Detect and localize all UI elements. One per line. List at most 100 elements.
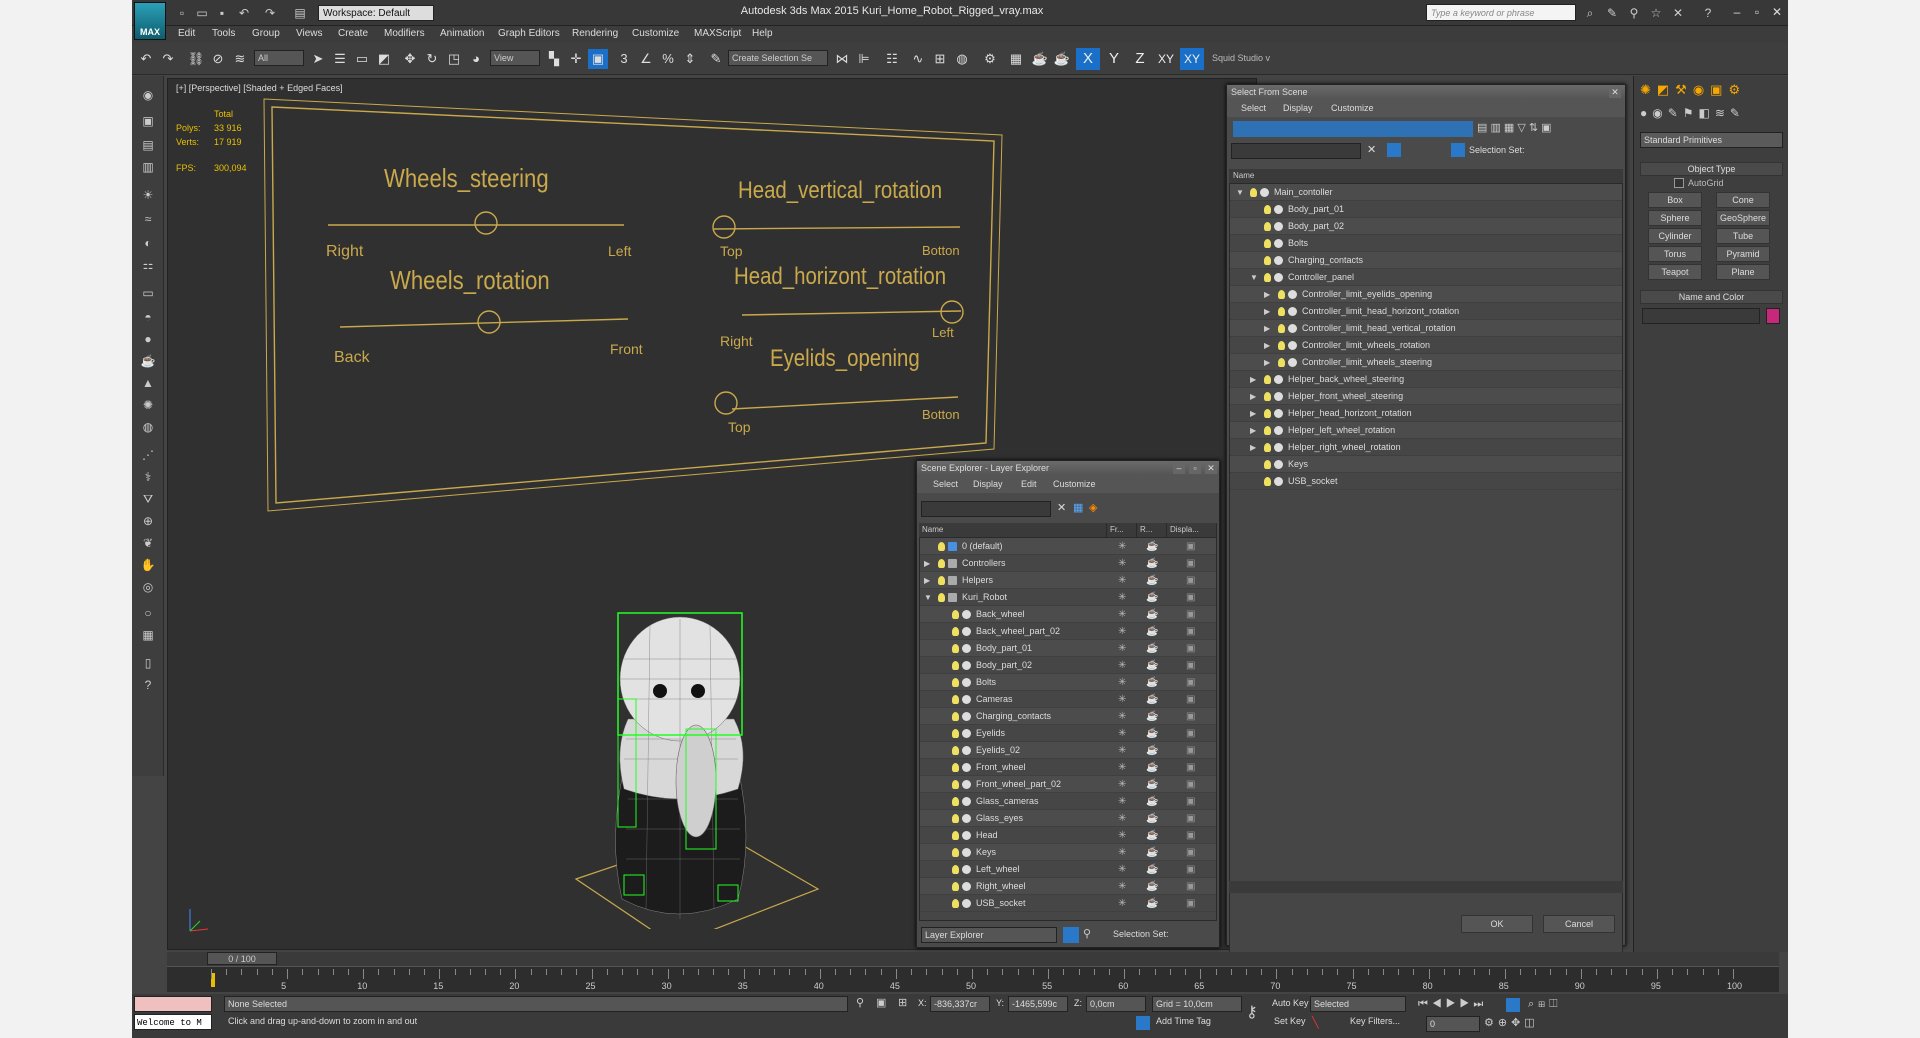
horizontal-scrollbar[interactable] bbox=[1229, 881, 1623, 893]
visibility-bulb-icon[interactable] bbox=[1264, 256, 1271, 265]
layer-object-row[interactable]: Front_wheel_part_02 ✳ ☕ ▣ bbox=[920, 776, 1216, 793]
object-type-rollout[interactable]: Object Type bbox=[1640, 162, 1783, 176]
expand-triangle-icon[interactable]: ▶ bbox=[1250, 422, 1256, 439]
axis-y-button[interactable]: Y bbox=[1102, 48, 1126, 70]
image-icon[interactable]: ▣ bbox=[138, 112, 158, 130]
display-box-icon[interactable]: ▣ bbox=[1186, 572, 1195, 589]
visibility-bulb-icon[interactable] bbox=[952, 644, 959, 653]
clear-icon[interactable]: ✕ bbox=[1367, 143, 1376, 156]
project-folder-icon[interactable]: ▤ bbox=[292, 5, 308, 21]
display-box-icon[interactable]: ▣ bbox=[1186, 742, 1195, 759]
display-box-icon[interactable]: ▣ bbox=[1186, 691, 1195, 708]
renderable-teapot-icon[interactable]: ☕ bbox=[1146, 861, 1158, 878]
key-mode-dropdown[interactable]: Selected bbox=[1310, 996, 1406, 1012]
collapse-triangle-icon[interactable]: ▼ bbox=[1250, 269, 1258, 286]
redo-icon[interactable]: ↷ bbox=[158, 49, 178, 69]
undo-icon[interactable]: ↶ bbox=[136, 49, 156, 69]
freeze-snowflake-icon[interactable]: ✳ bbox=[1118, 878, 1126, 895]
menu-group[interactable]: Group bbox=[252, 28, 280, 39]
select-object-icon[interactable]: ➤ bbox=[308, 49, 328, 69]
menu-modifiers[interactable]: Modifiers bbox=[384, 28, 425, 39]
visibility-bulb-icon[interactable] bbox=[952, 610, 959, 619]
help-circle-icon[interactable]: ? bbox=[138, 676, 158, 694]
torus-button[interactable]: Torus bbox=[1648, 246, 1702, 262]
visibility-bulb-icon[interactable] bbox=[952, 729, 959, 738]
pyramid-button[interactable]: Pyramid bbox=[1716, 246, 1770, 262]
camera-icon[interactable]: ◉ bbox=[138, 86, 158, 104]
visibility-bulb-icon[interactable] bbox=[1250, 188, 1257, 197]
display-box-icon[interactable]: ▣ bbox=[1186, 776, 1195, 793]
scene-list-item[interactable]: ▶ Controller_limit_wheels_rotation bbox=[1230, 337, 1622, 354]
display-box-icon[interactable]: ▣ bbox=[1186, 878, 1195, 895]
layer-object-row[interactable]: Left_wheel ✳ ☕ ▣ bbox=[920, 861, 1216, 878]
menu-help[interactable]: Help bbox=[752, 28, 773, 39]
freeze-snowflake-icon[interactable]: ✳ bbox=[1118, 742, 1126, 759]
display-box-icon[interactable]: ▣ bbox=[1186, 623, 1195, 640]
cone-button[interactable]: Cone bbox=[1716, 192, 1770, 208]
scene-list-item[interactable]: ▶ Controller_limit_eyelids_opening bbox=[1230, 286, 1622, 303]
display-box-icon[interactable]: ▣ bbox=[1186, 844, 1195, 861]
visibility-bulb-icon[interactable] bbox=[952, 661, 959, 670]
scene-list-item[interactable]: ▶ Helper_head_horizont_rotation bbox=[1230, 405, 1622, 422]
layer-object-row[interactable]: Keys ✳ ☕ ▣ bbox=[920, 844, 1216, 861]
freeze-snowflake-icon[interactable]: ✳ bbox=[1118, 538, 1126, 555]
scene-list-item[interactable]: ▶ Controller_limit_wheels_steering bbox=[1230, 354, 1622, 371]
visibility-bulb-icon[interactable] bbox=[952, 695, 959, 704]
layer-object-row[interactable]: Head ✳ ☕ ▣ bbox=[920, 827, 1216, 844]
menu-create[interactable]: Create bbox=[338, 28, 368, 39]
menu-tools[interactable]: Tools bbox=[212, 28, 235, 39]
redo-icon[interactable]: ↷ bbox=[262, 5, 278, 21]
display-box-icon[interactable]: ▣ bbox=[1186, 640, 1195, 657]
axis-z-button[interactable]: Z bbox=[1128, 48, 1152, 70]
place-icon[interactable]: ◕ bbox=[466, 49, 486, 69]
display-box-icon[interactable]: ▣ bbox=[1186, 895, 1195, 912]
layer-row[interactable]: 0 (default) ✳ ☕ ▣ bbox=[920, 538, 1216, 555]
schematic-view-icon[interactable]: ⊞ bbox=[930, 49, 950, 69]
freeze-snowflake-icon[interactable]: ✳ bbox=[1118, 640, 1126, 657]
display-box-icon[interactable]: ▣ bbox=[1186, 538, 1195, 555]
visibility-bulb-icon[interactable] bbox=[952, 763, 959, 772]
close-icon[interactable]: ✕ bbox=[1205, 462, 1217, 474]
display-box-icon[interactable]: ▣ bbox=[1186, 759, 1195, 776]
zoom-controls-icon[interactable]: ⌕⊞◫ bbox=[1528, 998, 1562, 1011]
playback-controls-icon[interactable]: ⏮◀▶▶⏭ bbox=[1418, 998, 1487, 1011]
x-coordinate-field[interactable]: -836,337cr bbox=[930, 996, 990, 1012]
scene-list-item[interactable]: Keys bbox=[1230, 456, 1622, 473]
renderable-teapot-icon[interactable]: ☕ bbox=[1146, 657, 1158, 674]
renderable-teapot-icon[interactable]: ☕ bbox=[1146, 691, 1158, 708]
explorer-type-dropdown[interactable]: Layer Explorer bbox=[921, 927, 1057, 943]
layer-settings-icon[interactable]: ◈ bbox=[1089, 501, 1097, 514]
visibility-bulb-icon[interactable] bbox=[952, 848, 959, 857]
maximize-icon[interactable]: ▫ bbox=[1189, 462, 1201, 474]
scene-list-item[interactable]: ▶ Helper_left_wheel_rotation bbox=[1230, 422, 1622, 439]
menu-edit[interactable]: Edit bbox=[178, 28, 195, 39]
visibility-bulb-icon[interactable] bbox=[1264, 222, 1271, 231]
visibility-bulb-icon[interactable] bbox=[1264, 460, 1271, 469]
collapse-triangle-icon[interactable]: ▼ bbox=[1236, 184, 1244, 201]
light-icon[interactable]: ☀ bbox=[138, 186, 158, 204]
scene-explorer-icon[interactable]: ☷ bbox=[882, 49, 902, 69]
visibility-bulb-icon[interactable] bbox=[1264, 392, 1271, 401]
visibility-bulb-icon[interactable] bbox=[952, 865, 959, 874]
renderable-teapot-icon[interactable]: ☕ bbox=[1146, 606, 1158, 623]
close-icon[interactable]: ✕ bbox=[1609, 86, 1621, 98]
find-input[interactable] bbox=[1231, 143, 1361, 159]
time-slider[interactable]: 0 / 100 bbox=[207, 952, 277, 965]
keyboard-shortcut-override-icon[interactable]: ▣ bbox=[588, 49, 608, 69]
layer-row[interactable]: ▶ Controllers ✳ ☕ ▣ bbox=[920, 555, 1216, 572]
object-color-swatch[interactable] bbox=[1766, 308, 1780, 324]
freeze-snowflake-icon[interactable]: ✳ bbox=[1118, 572, 1126, 589]
layer-object-row[interactable]: Charging_contacts ✳ ☕ ▣ bbox=[920, 708, 1216, 725]
renderable-teapot-icon[interactable]: ☕ bbox=[1146, 844, 1158, 861]
layer-object-row[interactable]: Eyelids ✳ ☕ ▣ bbox=[920, 725, 1216, 742]
layer-object-row[interactable]: Eyelids_02 ✳ ☕ ▣ bbox=[920, 742, 1216, 759]
renderable-teapot-icon[interactable]: ☕ bbox=[1146, 674, 1158, 691]
filter-buttons-group[interactable] bbox=[1233, 121, 1473, 137]
layer-row[interactable]: ▼ Kuri_Robot ✳ ☕ ▣ bbox=[920, 589, 1216, 606]
scene-list-item[interactable]: ▼ Main_contoller bbox=[1230, 184, 1622, 201]
menu-rendering[interactable]: Rendering bbox=[572, 28, 618, 39]
renderable-teapot-icon[interactable]: ☕ bbox=[1146, 623, 1158, 640]
cylinder-button[interactable]: Cylinder bbox=[1648, 228, 1702, 244]
visibility-bulb-icon[interactable] bbox=[952, 882, 959, 891]
column-header-display[interactable]: Displa... bbox=[1167, 523, 1217, 537]
